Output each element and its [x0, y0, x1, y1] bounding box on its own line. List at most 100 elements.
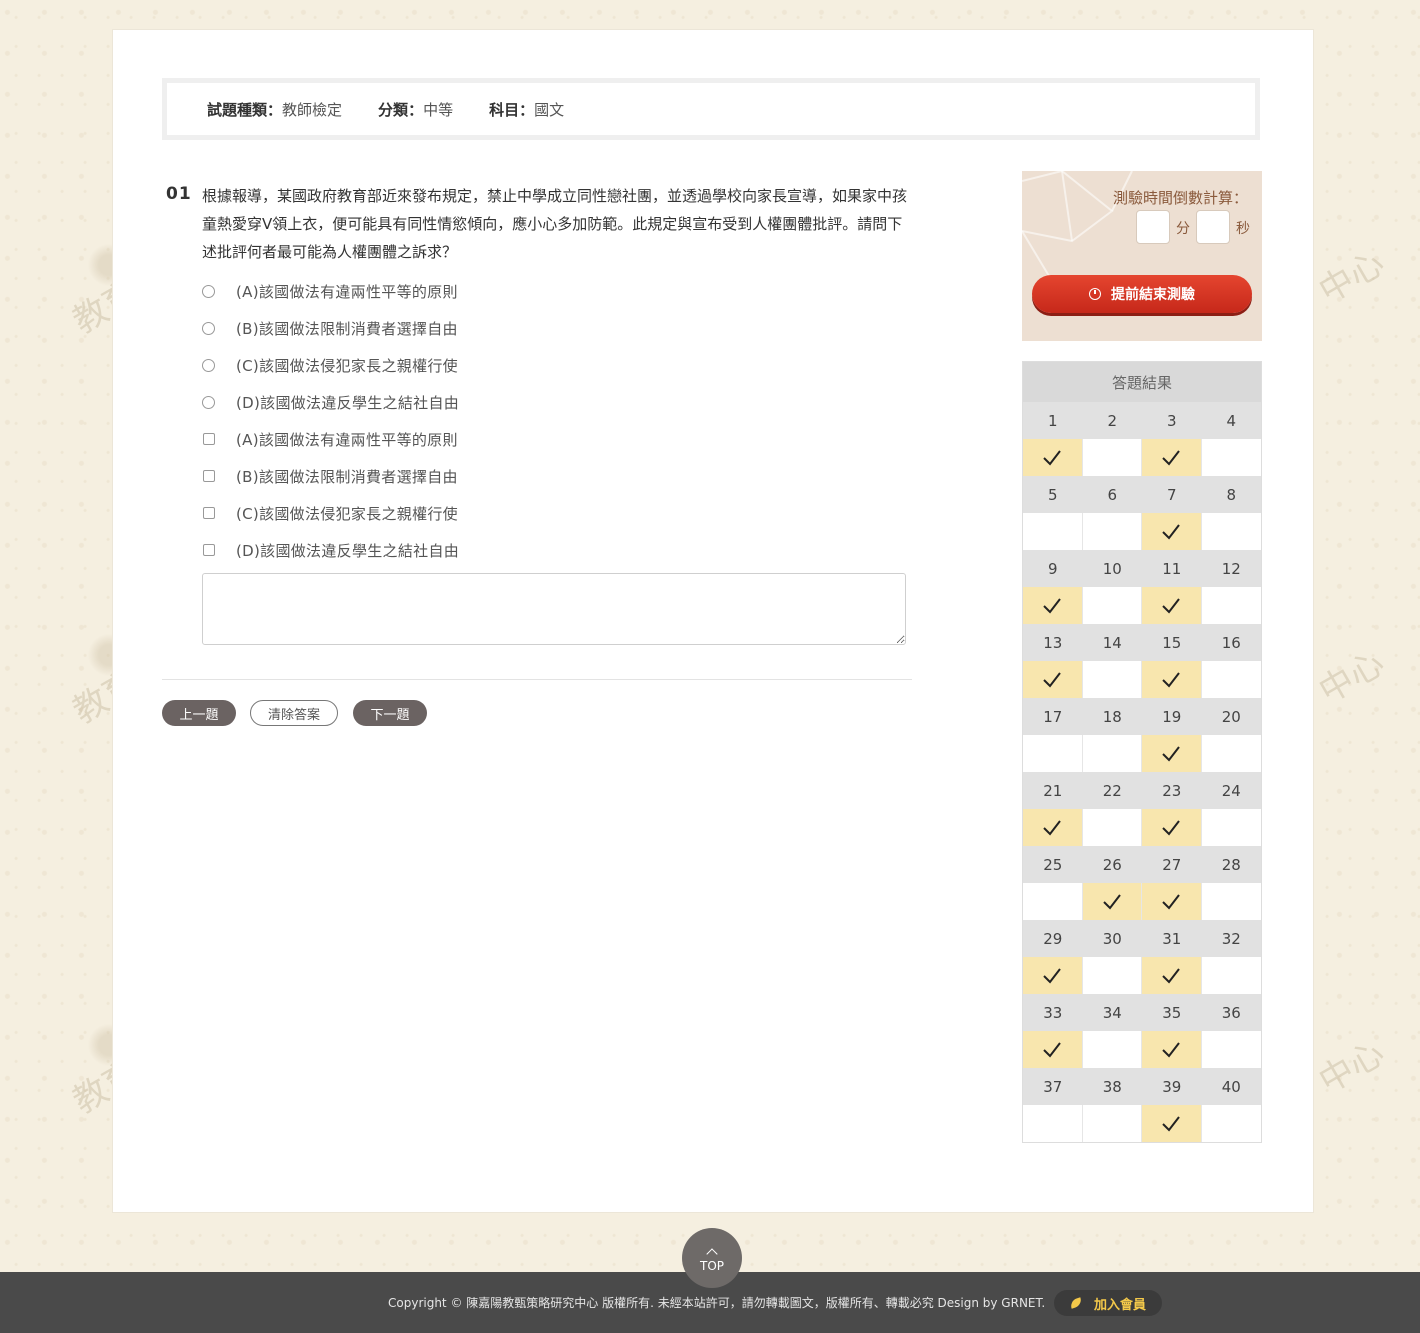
question-2-number[interactable]: 2	[1082, 402, 1142, 439]
question-23-number[interactable]: 23	[1142, 772, 1202, 809]
question-16-status[interactable]	[1201, 661, 1261, 698]
question-20-status[interactable]	[1201, 735, 1261, 772]
question-5-number[interactable]: 5	[1023, 476, 1083, 513]
prev-question-button[interactable]: 上一題	[162, 700, 236, 726]
question-23-status[interactable]	[1142, 809, 1202, 846]
question-34-status[interactable]	[1082, 1031, 1142, 1068]
question-25-number[interactable]: 25	[1023, 846, 1083, 883]
question-18-status[interactable]	[1082, 735, 1142, 772]
radio-button[interactable]	[202, 395, 215, 409]
next-question-button[interactable]: 下一題	[353, 700, 427, 726]
question-31-status[interactable]	[1142, 957, 1202, 994]
question-33-status[interactable]	[1023, 1031, 1083, 1068]
question-30-status[interactable]	[1082, 957, 1142, 994]
question-11-status[interactable]	[1142, 587, 1202, 624]
question-12-status[interactable]	[1201, 587, 1261, 624]
question-38-number[interactable]: 38	[1082, 1068, 1142, 1105]
question-32-status[interactable]	[1201, 957, 1261, 994]
question-38-status[interactable]	[1082, 1105, 1142, 1142]
question-22-status[interactable]	[1082, 809, 1142, 846]
checkbox-option-b[interactable]: (B)該國做法限制消費者選擇自由	[200, 464, 458, 488]
question-25-status[interactable]	[1023, 883, 1083, 920]
question-34-number[interactable]: 34	[1082, 994, 1142, 1031]
question-18-number[interactable]: 18	[1082, 698, 1142, 735]
question-15-status[interactable]	[1142, 661, 1202, 698]
answer-textarea[interactable]	[202, 573, 906, 645]
question-10-number[interactable]: 10	[1082, 550, 1142, 587]
checkbox[interactable]	[203, 507, 215, 519]
question-36-number[interactable]: 36	[1201, 994, 1261, 1031]
question-39-number[interactable]: 39	[1142, 1068, 1202, 1105]
question-31-number[interactable]: 31	[1142, 920, 1202, 957]
radio-button[interactable]	[202, 321, 215, 335]
question-37-number[interactable]: 37	[1023, 1068, 1083, 1105]
checkbox[interactable]	[203, 544, 215, 556]
question-13-status[interactable]	[1023, 661, 1083, 698]
question-7-number[interactable]: 7	[1142, 476, 1202, 513]
question-14-number[interactable]: 14	[1082, 624, 1142, 661]
question-21-status[interactable]	[1023, 809, 1083, 846]
question-2-status[interactable]	[1082, 439, 1142, 476]
end-exam-button[interactable]: 提前結束測驗	[1032, 275, 1252, 313]
question-3-number[interactable]: 3	[1142, 402, 1202, 439]
question-17-status[interactable]	[1023, 735, 1083, 772]
question-16-number[interactable]: 16	[1201, 624, 1261, 661]
question-20-number[interactable]: 20	[1201, 698, 1261, 735]
question-8-status[interactable]	[1201, 513, 1261, 550]
radio-option-a[interactable]: (A)該國做法有違兩性平等的原則	[200, 279, 458, 303]
question-35-number[interactable]: 35	[1142, 994, 1202, 1031]
radio-button[interactable]	[202, 284, 215, 298]
question-9-status[interactable]	[1023, 587, 1083, 624]
question-26-number[interactable]: 26	[1082, 846, 1142, 883]
question-19-status[interactable]	[1142, 735, 1202, 772]
question-11-number[interactable]: 11	[1142, 550, 1202, 587]
question-29-status[interactable]	[1023, 957, 1083, 994]
question-32-number[interactable]: 32	[1201, 920, 1261, 957]
question-39-status[interactable]	[1142, 1105, 1202, 1142]
question-4-number[interactable]: 4	[1201, 402, 1261, 439]
checkbox[interactable]	[203, 470, 215, 482]
question-22-number[interactable]: 22	[1082, 772, 1142, 809]
question-19-number[interactable]: 19	[1142, 698, 1202, 735]
question-33-number[interactable]: 33	[1023, 994, 1083, 1031]
back-to-top-button[interactable]: TOP	[682, 1228, 742, 1288]
question-5-status[interactable]	[1023, 513, 1083, 550]
question-24-number[interactable]: 24	[1201, 772, 1261, 809]
question-37-status[interactable]	[1023, 1105, 1083, 1142]
clear-answer-button[interactable]: 清除答案	[250, 700, 338, 726]
join-member-button[interactable]: 加入會員	[1054, 1290, 1162, 1316]
question-27-number[interactable]: 27	[1142, 846, 1202, 883]
question-10-status[interactable]	[1082, 587, 1142, 624]
question-12-number[interactable]: 12	[1201, 550, 1261, 587]
question-24-status[interactable]	[1201, 809, 1261, 846]
question-36-status[interactable]	[1201, 1031, 1261, 1068]
question-8-number[interactable]: 8	[1201, 476, 1261, 513]
radio-option-b[interactable]: (B)該國做法限制消費者選擇自由	[200, 316, 458, 340]
question-26-status[interactable]	[1082, 883, 1142, 920]
question-40-status[interactable]	[1201, 1105, 1261, 1142]
question-6-status[interactable]	[1082, 513, 1142, 550]
question-35-status[interactable]	[1142, 1031, 1202, 1068]
question-3-status[interactable]	[1142, 439, 1202, 476]
radio-option-c[interactable]: (C)該國做法侵犯家長之親權行使	[200, 353, 458, 377]
question-4-status[interactable]	[1201, 439, 1261, 476]
question-1-number[interactable]: 1	[1023, 402, 1083, 439]
question-14-status[interactable]	[1082, 661, 1142, 698]
question-13-number[interactable]: 13	[1023, 624, 1083, 661]
question-9-number[interactable]: 9	[1023, 550, 1083, 587]
radio-button[interactable]	[202, 358, 215, 372]
question-7-status[interactable]	[1142, 513, 1202, 550]
question-29-number[interactable]: 29	[1023, 920, 1083, 957]
radio-option-d[interactable]: (D)該國做法違反學生之結社自由	[200, 390, 459, 414]
checkbox[interactable]	[203, 433, 215, 445]
question-28-number[interactable]: 28	[1201, 846, 1261, 883]
checkbox-option-a[interactable]: (A)該國做法有違兩性平等的原則	[200, 427, 458, 451]
question-28-status[interactable]	[1201, 883, 1261, 920]
question-21-number[interactable]: 21	[1023, 772, 1083, 809]
question-27-status[interactable]	[1142, 883, 1202, 920]
question-40-number[interactable]: 40	[1201, 1068, 1261, 1105]
checkbox-option-c[interactable]: (C)該國做法侵犯家長之親權行使	[200, 501, 458, 525]
question-17-number[interactable]: 17	[1023, 698, 1083, 735]
checkbox-option-d[interactable]: (D)該國做法違反學生之結社自由	[200, 538, 459, 562]
question-30-number[interactable]: 30	[1082, 920, 1142, 957]
